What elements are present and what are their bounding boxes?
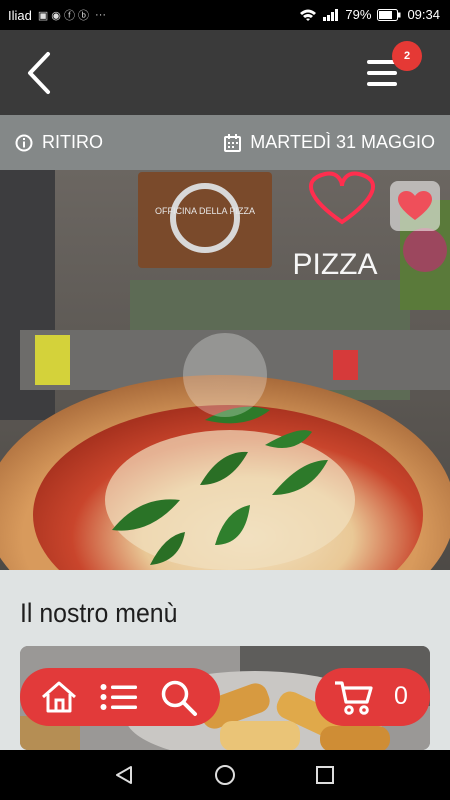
- home-icon[interactable]: [40, 680, 78, 714]
- pickup-date-label: MARTEDÌ 31 MAGGIO: [250, 132, 435, 152]
- battery-percent: 79%: [345, 7, 372, 22]
- system-nav-bar: [0, 750, 450, 800]
- nav-home-icon[interactable]: [214, 764, 236, 786]
- status-bar: Iliad ▣ ◉ ⓕ ⓑ ··· 79% 09:34: [0, 0, 450, 30]
- pickup-mode-label: RITIRO: [42, 132, 103, 152]
- bottom-nav-pill: [20, 668, 220, 726]
- battery-icon: [377, 8, 401, 21]
- nav-recents-icon[interactable]: [315, 765, 335, 785]
- pickup-mode[interactable]: RITIRO: [15, 132, 103, 153]
- cart-count: 0: [394, 682, 408, 710]
- neon-pizza-sign: PIZZA: [292, 248, 377, 281]
- restaurant-hero-image: OFFICINA DELLA PIZZA PIZZA: [0, 170, 450, 570]
- nav-back-icon[interactable]: [114, 765, 134, 785]
- carrier-name: Iliad: [8, 7, 32, 23]
- pickup-date[interactable]: MARTEDÌ 31 MAGGIO: [224, 132, 435, 153]
- chevron-left-icon: [28, 52, 50, 94]
- order-info-bar: RITIRO MARTEDÌ 31 MAGGIO: [0, 115, 450, 170]
- pizza-photo: OFFICINA DELLA PIZZA PIZZA: [0, 170, 450, 570]
- calendar-icon: [224, 133, 242, 152]
- app-header: [0, 30, 450, 115]
- info-icon: [15, 134, 33, 151]
- wall-sign-text: OFFICINA DELLA PIZZA: [155, 206, 255, 216]
- cart-pill[interactable]: 0: [315, 668, 430, 726]
- notification-icons: ▣ ◉ ⓕ ⓑ: [37, 10, 90, 22]
- menu-section-title: Il nostro menù: [20, 598, 178, 628]
- wifi-icon: [300, 9, 317, 21]
- shopping-cart-icon: [335, 681, 373, 715]
- more-notifications-icon: ···: [95, 9, 107, 21]
- favorite-button[interactable]: [390, 181, 440, 231]
- cart-badge: 2: [392, 41, 422, 71]
- clock: 09:34: [407, 7, 440, 22]
- heart-icon: [398, 191, 432, 220]
- list-icon[interactable]: [100, 683, 138, 711]
- signal-icon: [323, 8, 339, 21]
- back-button[interactable]: [20, 48, 70, 98]
- search-icon[interactable]: [160, 679, 198, 717]
